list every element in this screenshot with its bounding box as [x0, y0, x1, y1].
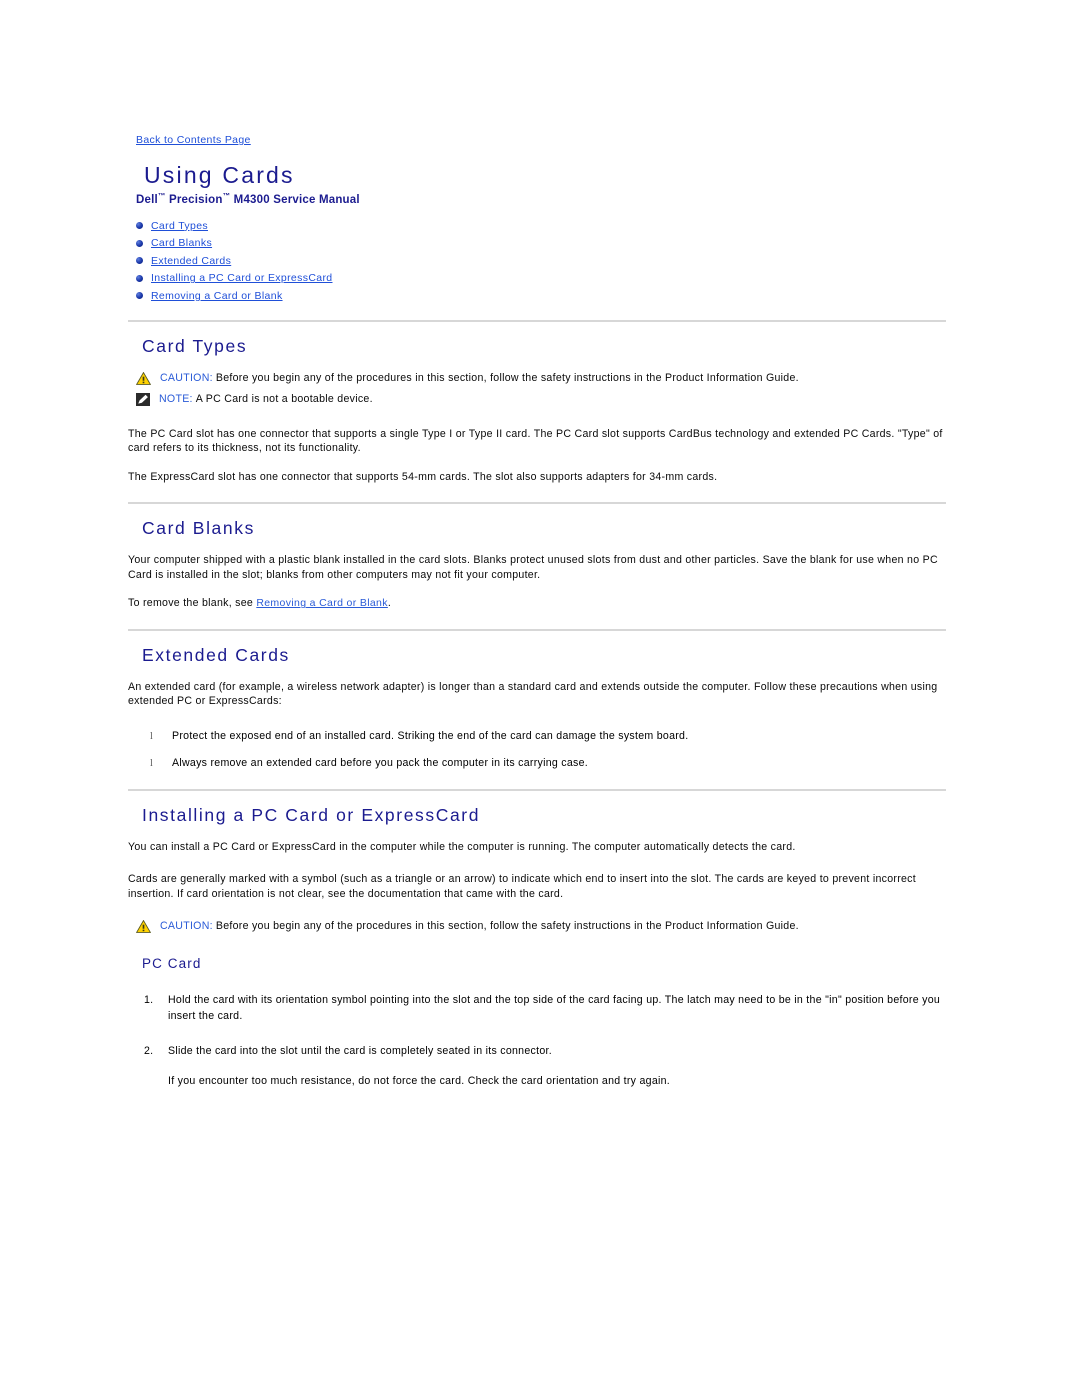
- section-divider: [128, 319, 946, 322]
- toc-link-installing-card[interactable]: Installing a PC Card or ExpressCard: [151, 272, 333, 284]
- toc-item[interactable]: Extended Cards: [136, 255, 1080, 267]
- list-item: 2. Slide the card into the slot until th…: [144, 1044, 948, 1060]
- caution-text: Before you begin any of the procedures i…: [215, 920, 799, 933]
- title-block: Using Cards Dell™ Precision™ M4300 Servi…: [136, 162, 1080, 206]
- bullet-dot-icon: [136, 257, 143, 265]
- section-divider: [128, 788, 946, 791]
- section-card-blanks: Card Blanks Your computer shipped with a…: [128, 518, 948, 611]
- toc-item[interactable]: Card Blanks: [136, 237, 1080, 249]
- document-page: Back to Contents Page Using Cards Dell™ …: [0, 0, 1080, 1089]
- back-to-contents-wrap: Back to Contents Page: [136, 130, 1080, 148]
- back-to-contents-link[interactable]: Back to Contents Page: [136, 134, 251, 146]
- card-types-paragraph-1: The PC Card slot has one connector that …: [128, 427, 943, 455]
- note-pencil-icon: [136, 392, 150, 406]
- card-blanks-paragraph-2: To remove the blank, see Removing a Card…: [128, 596, 948, 611]
- section-divider: [128, 628, 946, 631]
- list-item-text: Protect the exposed end of an installed …: [172, 729, 689, 742]
- subtitle-brand: Dell: [136, 193, 158, 206]
- section-heading-card-blanks: Card Blanks: [142, 518, 255, 539]
- warning-triangle-icon: [136, 371, 151, 385]
- card-blanks-paragraph-1: Your computer shipped with a plastic bla…: [128, 554, 938, 581]
- bullet-dot-icon: [136, 274, 143, 282]
- note-label: NOTE:: [159, 392, 193, 405]
- card-types-paragraph-2: The ExpressCard slot has one connector t…: [128, 470, 718, 483]
- extended-cards-bullet-list: l Protect the exposed end of an installe…: [150, 729, 948, 771]
- section-installing-card: Installing a PC Card or ExpressCard You …: [128, 805, 948, 1090]
- note-callout: NOTE: A PC Card is not a bootable device…: [136, 392, 948, 407]
- caution-label: CAUTION:: [160, 920, 213, 933]
- subsection-heading-pc-card: PC Card: [142, 956, 202, 972]
- subtitle-line: Precision: [165, 193, 223, 206]
- list-item: l Protect the exposed end of an installe…: [150, 729, 948, 744]
- step-number: 1.: [144, 994, 154, 1007]
- bullet-dot-icon: [136, 239, 143, 247]
- section-divider: [128, 502, 946, 505]
- caution-text: Before you begin any of the procedures i…: [215, 371, 799, 384]
- pc-card-resistance-note: If you encounter too much resistance, do…: [168, 1074, 671, 1087]
- list-item: l Always remove an extended card before …: [150, 756, 948, 771]
- subtitle-model: M4300 Service Manual: [230, 193, 360, 206]
- bullet-dot-icon: [136, 292, 143, 300]
- section-heading-card-types: Card Types: [142, 335, 248, 356]
- section-heading-extended-cards: Extended Cards: [142, 644, 290, 665]
- list-bullet-marker: l: [150, 730, 154, 742]
- section-extended-cards: Extended Cards An extended card (for exa…: [128, 645, 948, 771]
- step-number: 2.: [144, 1045, 154, 1058]
- card-blanks-p2-post: .: [387, 597, 392, 610]
- step-text: Hold the card with its orientation symbo…: [168, 994, 941, 1022]
- toc-item[interactable]: Removing a Card or Blank: [136, 290, 1080, 302]
- caution-callout: CAUTION: Before you begin any of the pro…: [136, 919, 948, 934]
- toc-link-extended-cards[interactable]: Extended Cards: [151, 255, 231, 267]
- installing-paragraph-2: Cards are generally marked with a symbol…: [128, 873, 916, 900]
- toc-link-removing-card[interactable]: Removing a Card or Blank: [151, 290, 283, 302]
- toc-link-card-blanks[interactable]: Card Blanks: [151, 237, 212, 249]
- page-subtitle: Dell™ Precision™ M4300 Service Manual: [136, 191, 1080, 206]
- trademark-symbol-1: ™: [157, 191, 166, 200]
- caution-label: CAUTION:: [160, 371, 213, 384]
- toc-item[interactable]: Card Types: [136, 220, 1080, 232]
- note-text: A PC Card is not a bootable device.: [195, 392, 373, 405]
- page-title: Using Cards: [144, 162, 295, 188]
- section-heading-installing-card: Installing a PC Card or ExpressCard: [142, 804, 481, 825]
- toc-link-card-types[interactable]: Card Types: [151, 220, 208, 232]
- section-card-types: Card Types CAUTION: Before you begin any…: [128, 336, 948, 485]
- installing-paragraph-1: You can install a PC Card or ExpressCard…: [128, 840, 796, 853]
- list-bullet-marker: l: [150, 757, 154, 769]
- warning-triangle-icon: [136, 920, 151, 934]
- card-blanks-p2-pre: To remove the blank, see: [128, 597, 257, 610]
- list-item: 1. Hold the card with its orientation sy…: [144, 993, 948, 1024]
- pc-card-steps: 1. Hold the card with its orientation sy…: [144, 993, 948, 1060]
- table-of-contents: Card Types Card Blanks Extended Cards In…: [136, 220, 1080, 302]
- caution-callout: CAUTION: Before you begin any of the pro…: [136, 371, 948, 386]
- toc-item[interactable]: Installing a PC Card or ExpressCard: [136, 272, 1080, 284]
- removing-card-or-blank-link[interactable]: Removing a Card or Blank: [256, 597, 388, 609]
- bullet-dot-icon: [136, 222, 143, 230]
- list-item-text: Always remove an extended card before yo…: [172, 756, 589, 769]
- extended-cards-paragraph-1: An extended card (for example, a wireles…: [128, 680, 938, 708]
- step-text: Slide the card into the slot until the c…: [168, 1045, 552, 1058]
